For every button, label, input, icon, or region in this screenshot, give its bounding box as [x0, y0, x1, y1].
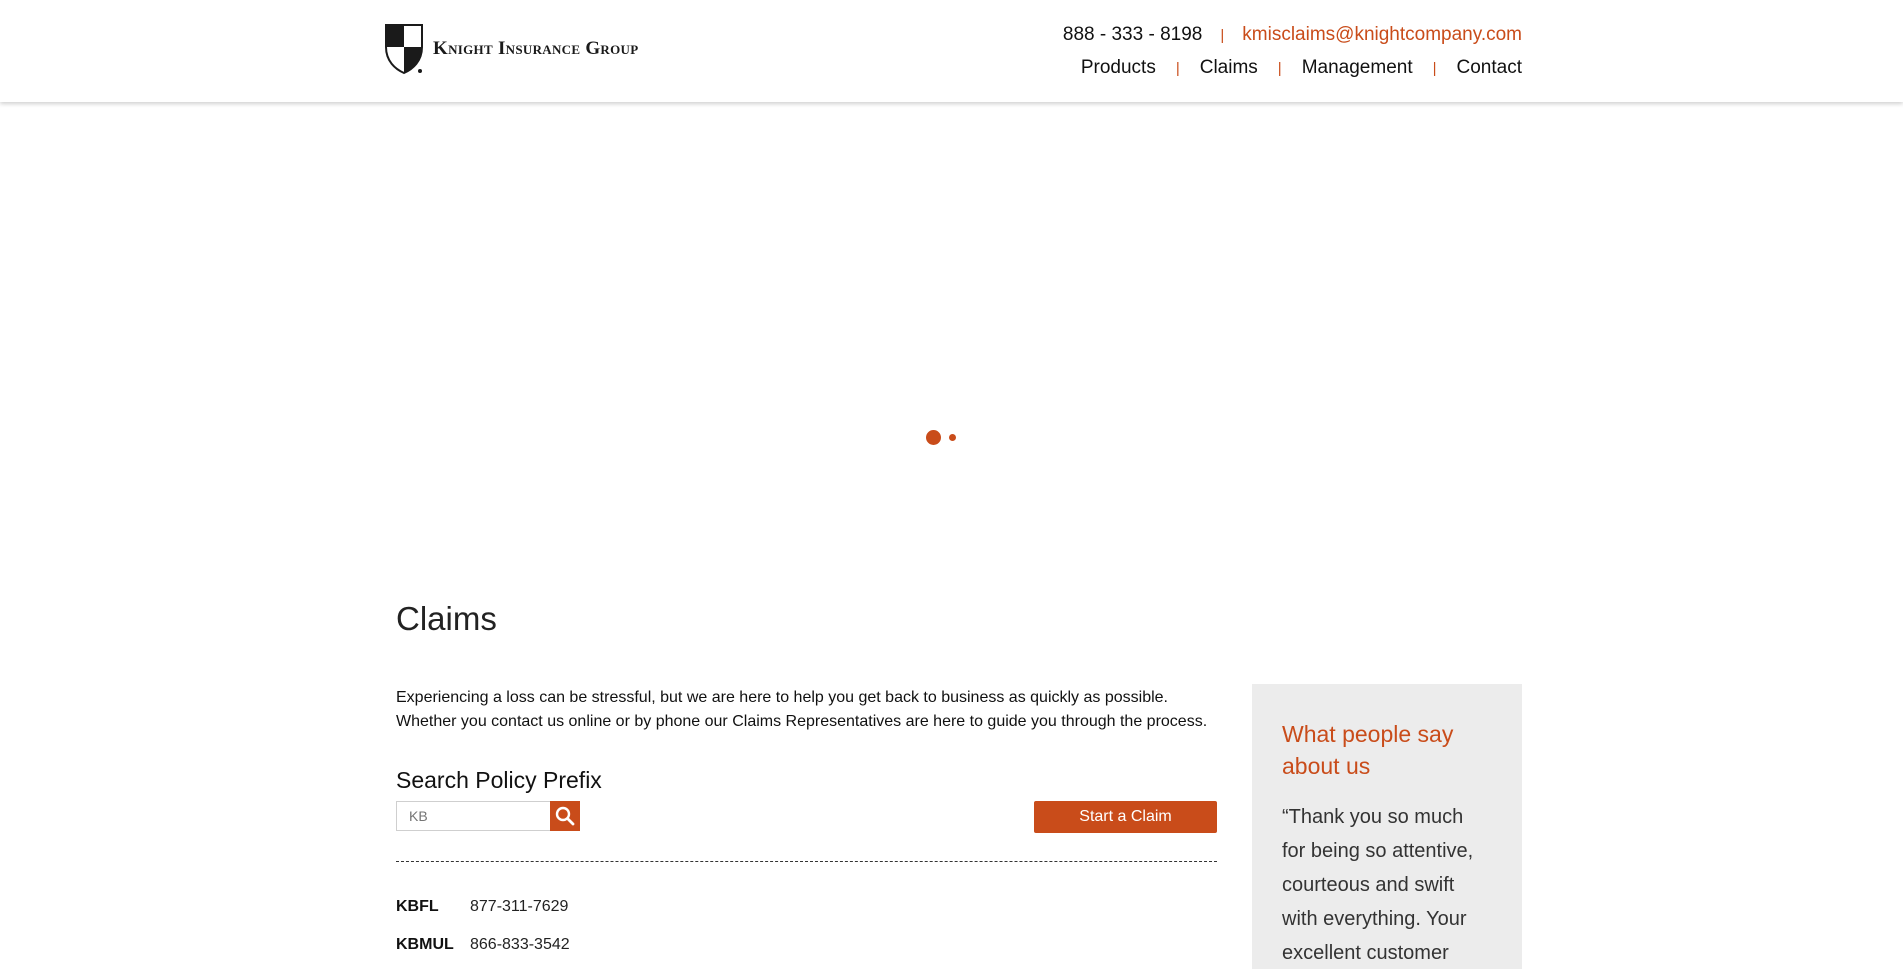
nav-separator: | [1432, 59, 1437, 77]
main-nav: Products | Claims | Management | Contact [1081, 57, 1522, 79]
search-title: Search Policy Prefix [396, 767, 602, 793]
nav-separator: | [1175, 59, 1180, 77]
loading-dot-large [926, 430, 941, 445]
testimonial-title: What people say about us [1282, 721, 1454, 779]
nav-item-claims[interactable]: Claims [1200, 57, 1258, 79]
nav-separator: | [1277, 59, 1282, 77]
prefix-phone: 877-311-7629 [470, 898, 569, 915]
logo-link[interactable]: Knight Insurance Group [385, 23, 638, 75]
loading-dots-icon [926, 430, 956, 445]
list-item: KBMUL 866-833-3542 [396, 926, 1217, 964]
page-title: Claims [396, 600, 497, 637]
list-item: KBFL 877-311-7629 [396, 888, 1217, 926]
nav-item-contact[interactable]: Contact [1457, 57, 1522, 79]
dashed-divider [396, 861, 1217, 862]
testimonial-quote: “Thank you so much for being so attentiv… [1282, 806, 1474, 964]
nav-item-management[interactable]: Management [1302, 57, 1413, 79]
search-icon [555, 806, 575, 826]
email-link[interactable]: kmisclaims@knightcompany.com [1242, 24, 1522, 46]
policy-prefix-input[interactable] [396, 801, 550, 831]
search-button[interactable] [550, 801, 580, 831]
start-claim-button[interactable]: Start a Claim [1034, 801, 1217, 833]
contact-line: 888 - 333 - 8198 | kmisclaims@knightcomp… [1063, 24, 1522, 46]
loading-dot-small [949, 434, 956, 441]
prefix-list: KBFL 877-311-7629 KBMUL 866-833-3542 [396, 888, 1217, 964]
shield-logo-icon [385, 24, 423, 75]
prefix-phone: 866-833-3542 [470, 936, 570, 953]
logo-text: Knight Insurance Group [433, 38, 639, 59]
prefix-code: KBMUL [396, 936, 454, 953]
testimonial-panel: What people say about us “Thank you so m… [1252, 684, 1522, 969]
policy-search [396, 801, 580, 831]
prefix-code: KBFL [396, 898, 439, 915]
intro-text: Experiencing a loss can be stressful, bu… [396, 689, 1208, 730]
site-header: Knight Insurance Group 888 - 333 - 8198 … [0, 0, 1903, 102]
contact-separator: | [1220, 26, 1225, 44]
nav-item-products[interactable]: Products [1081, 57, 1156, 79]
phone-link[interactable]: 888 - 333 - 8198 [1063, 24, 1202, 46]
hero-slider [0, 102, 1903, 562]
